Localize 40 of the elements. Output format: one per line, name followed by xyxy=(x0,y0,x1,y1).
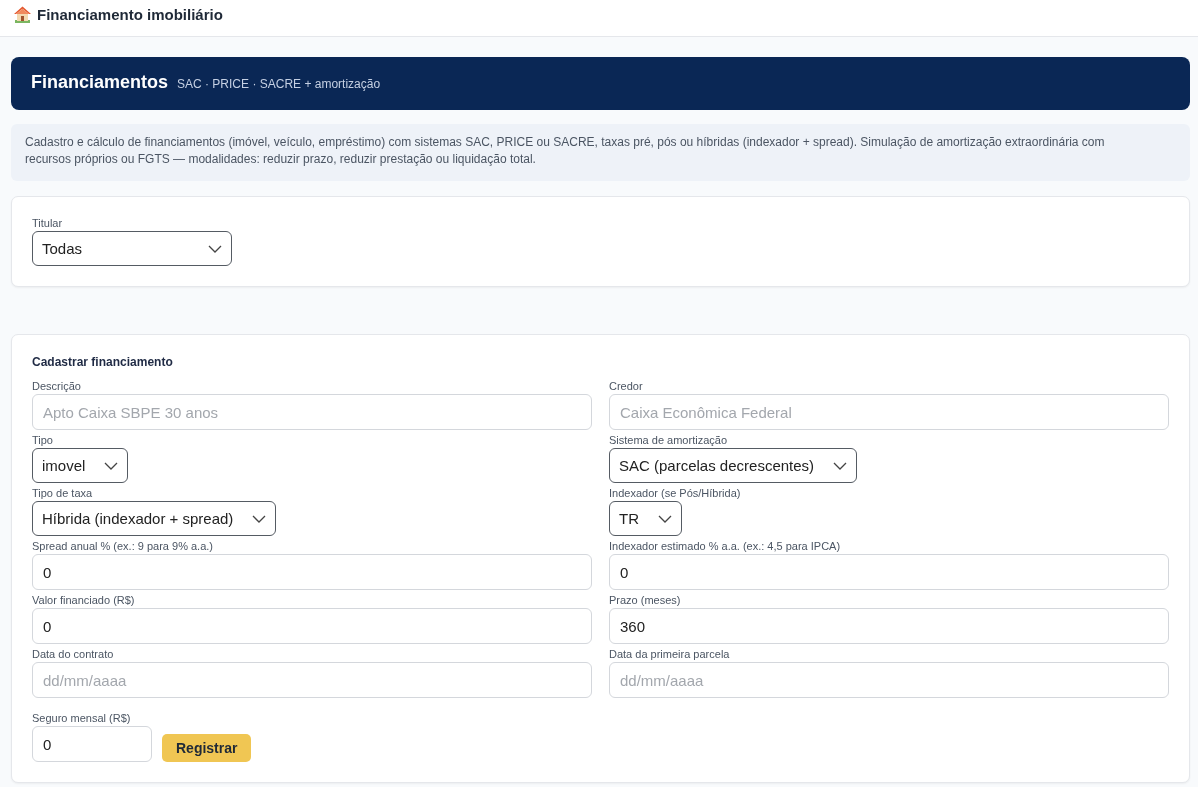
field-label: Prazo (meses) xyxy=(609,594,681,606)
input-field[interactable]: dd/mm/aaaa xyxy=(32,662,592,698)
field-label: Descrição xyxy=(32,380,81,392)
input-field[interactable]: Caixa Econômica Federal xyxy=(609,394,1169,430)
field-label: Titular xyxy=(32,217,63,229)
field-label: Credor xyxy=(609,380,643,392)
select-field[interactable]: Híbrida (indexador + spread) xyxy=(32,501,277,536)
house-icon xyxy=(14,5,31,23)
input-field[interactable]: 0 xyxy=(32,608,592,644)
description-text: Cadastro e cálculo de financiamentos (imóvel, veículo, empréstimo) com sistemas SAC, PRICE ou SACRE, taxas pré, pós ou híbridas (indexador + spread). Simulação de amortização extraordinária com recursos próprios ou FGTS — modalidades: reduzir prazo, reduzir prestação ou liquidação total. xyxy=(25,134,1106,168)
field-label: Valor financiado (R$) xyxy=(32,594,135,606)
input-field[interactable]: Apto Caixa SBPE 30 anos xyxy=(32,394,592,430)
field-label: Indexador (se Pós/Híbrida) xyxy=(609,487,741,499)
input-field[interactable]: 0 xyxy=(609,554,1169,590)
input-field[interactable]: 360 xyxy=(609,608,1169,644)
chevron-icon xyxy=(252,514,267,523)
select-field[interactable]: SAC (parcelas decrescentes) xyxy=(609,448,858,483)
chevron-icon xyxy=(833,461,848,470)
banner-title: Financiamentos xyxy=(31,72,169,93)
field-label: Sistema de amortização xyxy=(609,434,727,446)
field-label: Tipo xyxy=(32,434,53,446)
app-title: Financiamento imobiliário xyxy=(37,5,223,23)
field-label: Spread anual % (ex.: 9 para 9% a.a.) xyxy=(32,540,213,552)
select-field[interactable]: imovel xyxy=(32,448,129,483)
field-label: Tipo de taxa xyxy=(32,487,93,499)
field-label: Data do contrato xyxy=(32,648,114,660)
chevron-icon xyxy=(658,514,672,523)
field-label: Seguro mensal (R$) xyxy=(32,712,131,724)
field-label: Data da primeira parcela xyxy=(609,648,730,660)
submit-button[interactable]: Registrar xyxy=(162,734,252,762)
field-label: Indexador estimado % a.a. (ex.: 4,5 para IPCA) xyxy=(609,540,841,552)
select-field[interactable]: TR xyxy=(609,501,682,536)
form-title: Cadastrar financiamento xyxy=(32,355,174,369)
input-field[interactable]: 0 xyxy=(32,554,592,590)
chevron-icon xyxy=(104,461,119,470)
input-field[interactable]: 0 xyxy=(32,726,152,762)
banner-subtitle: SAC · PRICE · SACRE + amortização xyxy=(177,77,381,91)
input-field[interactable]: dd/mm/aaaa xyxy=(609,662,1169,698)
chevron-icon xyxy=(208,244,222,253)
select-field[interactable]: Todas xyxy=(32,231,232,266)
